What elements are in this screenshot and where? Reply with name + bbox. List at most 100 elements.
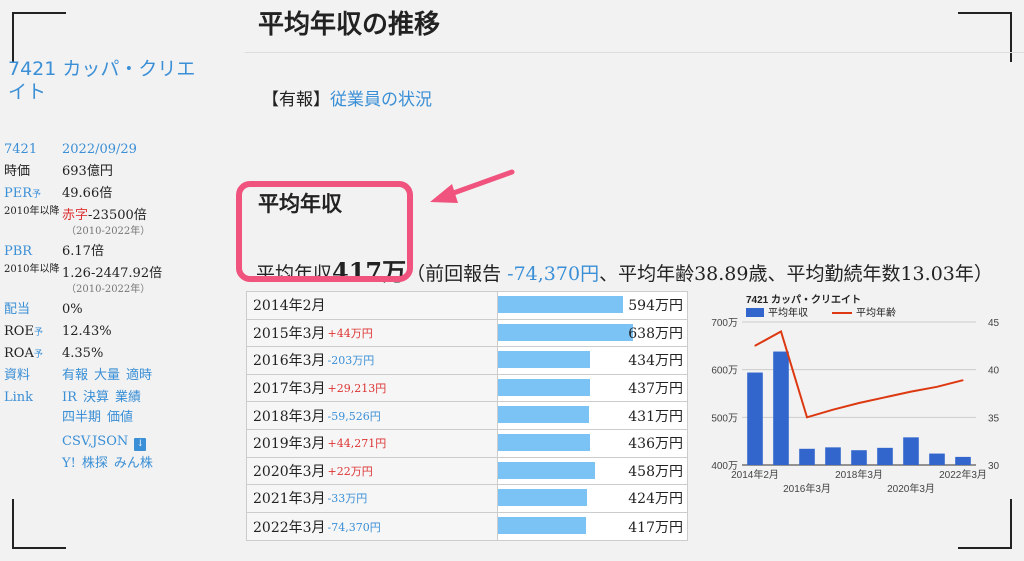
link-yahoo[interactable]: Y! [62,456,76,471]
link-kessan[interactable]: 決算 [83,390,109,405]
row-diff: +22万円 [327,464,373,478]
roa-value: 4.35% [62,346,104,361]
salary-chart: 400万500万600万700万303540452014年2月 2018年3月 20… [711,294,1000,495]
chart-bar [747,372,763,465]
chart-line-point [962,379,964,381]
row-bar-cell: 436万円 [498,430,687,457]
y-tick-left: 700万 [711,318,738,329]
sidebar-row-per: PER予 49.66倍 [4,184,244,206]
doc-link-tekiji[interactable]: 適時 [126,368,152,383]
chart-line-point [910,390,912,393]
per-hist-label: 2010年以降 [4,206,60,217]
link-kabutan[interactable]: 株探 [82,456,108,471]
roa-label: ROA予 [4,346,43,361]
row-diff: -59,526円 [327,409,381,423]
company-name-link[interactable]: 7421 カッパ・クリエイト [8,58,208,104]
salary-table: 2014年2月 594万円 2015年3月 +44万円 638万円 2016年3月 -203… [246,291,688,542]
table-row: 2016年3月 -203万円 434万円 [247,347,687,375]
doc-link-yuho[interactable]: 有報 [62,368,88,383]
chart-line-point [832,409,834,411]
pbr-link[interactable]: PBR [4,242,62,262]
link-label[interactable]: Link [4,388,62,408]
pointer-arrow-icon [430,169,515,203]
chart-bar [799,448,815,465]
doc-link-tairyo[interactable]: 大量 [94,368,120,383]
per-link[interactable]: PER予 [4,184,62,205]
row-value: 594万円 [628,298,683,315]
chart-line-point [806,416,808,418]
row-label: 2019年3月 +44,271円 [247,429,498,457]
row-value: 436万円 [628,436,683,453]
link-shihanki[interactable]: 四半期 [62,410,101,425]
table-row: 2021年3月 -33万円 424万円 [247,485,687,513]
row-label: 2018年3月 -59,526円 [247,402,498,429]
row-diff: +29,213円 [327,382,387,396]
sidebar-row-code: 7421 2022/09/29 [4,140,244,162]
row-bar-cell: 437万円 [498,375,687,402]
row-label: 2015年3月 +44万円 [247,319,498,347]
chart-line-point [884,396,886,398]
row-diff: -33万円 [327,492,368,506]
sidebar-row-links: Link IR 決算 業績 四半期 価値 CSV,JSON ↓ Y! 株探 みん株 [4,388,244,474]
sidebar-row-pbr-hist: 2010年以降 1.26-2447.92倍 （2010-2022年） [4,264,244,300]
row-bar [498,323,633,341]
row-bar-cell: 417万円 [498,513,687,541]
per-value: 49.66倍 [62,186,113,201]
sidebar-row-per-hist: 2010年以降 赤字-23500倍 （2010-2022年） [4,206,244,242]
sidebar: 7421 2022/09/29 時価 693億円 PER予 49.66倍 201… [4,140,244,474]
dividend-link[interactable]: 配当 [4,300,62,320]
y-tick-right: 35 [988,413,1000,424]
table-row: 2020年3月 +22万円 458万円 [247,457,687,486]
x-tick-label: 2016年3月 [783,482,831,495]
highlight-box [236,181,413,282]
legend-swatch-salary [746,308,764,317]
chart-line-point [780,330,782,333]
row-label: 2021年3月 -33万円 [247,485,498,512]
row-bar [498,489,588,507]
link-gyoseki[interactable]: 業績 [115,390,141,405]
legend-label-age: 平均年齢 [856,306,896,319]
sidebar-row-pbr: PBR 6.17倍 [4,242,244,264]
chart-bar [877,447,893,465]
row-value: 638万円 [628,325,683,342]
divider [245,52,1024,53]
pbr-hist-value: 1.26-2447.92倍 （2010-2022年） [62,266,163,295]
sidebar-row-docs: 資料 有報 大量 適時 [4,366,244,388]
sidebar-row-dividend: 配当 0% [4,300,244,322]
x-tick-label: 2022年3月 [939,468,987,481]
link-csv-json[interactable]: CSV,JSON [62,434,128,449]
row-value: 437万円 [628,381,683,398]
row-label: 2017年3月 +29,213円 [247,374,498,402]
row-label: 2020年3月 +22万円 [247,457,498,485]
table-row: 2022年3月 -74,370円 417万円 [247,512,687,541]
row-bar [498,351,590,369]
row-value: 458万円 [628,463,683,480]
sidebar-row-market-cap: 時価 693億円 [4,162,244,184]
frame-corner-bottom-right [958,499,1012,549]
date-link[interactable]: 2022/09/29 [62,142,137,157]
chart-line-point [858,402,860,404]
y-tick-right: 45 [988,318,1000,329]
y-tick-right: 30 [988,461,1000,472]
link-minkabu[interactable]: みん株 [114,456,153,471]
market-cap-label: 時価 [4,164,31,179]
legend-label-salary: 平均年収 [768,306,808,319]
y-tick-right: 40 [988,366,1000,377]
frame-corner-top-left [12,12,66,62]
pbr-value: 6.17倍 [62,244,104,259]
row-label: 2016年3月 -203万円 [247,347,498,374]
link-kachi[interactable]: 価値 [107,410,133,425]
x-tick-label: 2020年3月 [887,482,935,495]
row-bar-cell: 458万円 [498,458,687,485]
row-bar [498,406,589,424]
source-link[interactable]: 従業員の状況 [330,90,432,110]
chart-bar [851,450,867,465]
docs-label[interactable]: 資料 [4,366,62,386]
link-ir[interactable]: IR [62,390,77,405]
stock-code-link[interactable]: 7421 [4,140,62,160]
table-row: 2019年3月 +44,271円 436万円 [247,429,687,458]
download-icon[interactable]: ↓ [134,438,147,451]
chart-bar [955,456,971,465]
sidebar-row-roa: ROA予 4.35% [4,344,244,366]
table-row: 2015年3月 +44万円 638万円 [247,319,687,348]
